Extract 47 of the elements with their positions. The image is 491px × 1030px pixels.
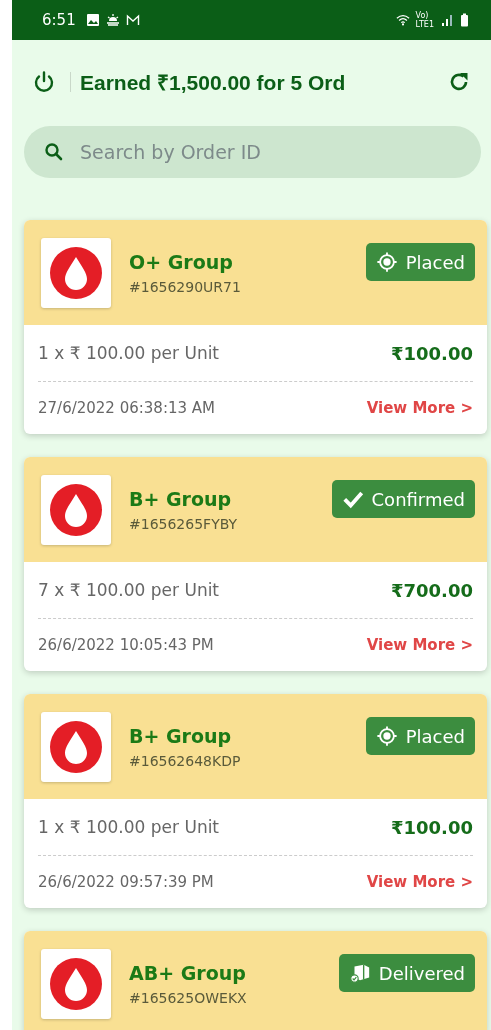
search-icon	[44, 142, 64, 162]
weather-icon	[105, 13, 120, 27]
status-badge: Confirmed	[331, 480, 475, 518]
order-card[interactable]: O+ Group #1656290UR71 Placed 1 x ₹ 100.00 per Unit ₹100.00 27/6/2022 06:38:13 AM View More >	[24, 220, 487, 434]
status-badge: Delivered	[338, 954, 475, 992]
order-total: ₹700.00	[391, 579, 473, 601]
blood-drop-icon	[41, 474, 111, 545]
mail-icon	[125, 13, 140, 27]
order-id: #1656265FYBY	[129, 515, 239, 532]
order-date: 26/6/2022 09:57:39 PM	[38, 873, 214, 891]
battery-icon	[460, 13, 469, 27]
order-id: #16562648KDP	[129, 752, 242, 769]
network-label: Vo) LTE1	[415, 11, 434, 29]
status-badge: Placed	[365, 243, 475, 281]
package-icon	[348, 962, 371, 984]
order-total: ₹100.00	[391, 816, 473, 838]
blood-drop-icon	[41, 948, 111, 1019]
view-more-link[interactable]: View More >	[366, 399, 473, 417]
blood-group: O+ Group	[129, 250, 366, 273]
target-icon	[375, 251, 398, 273]
order-card[interactable]: B+ Group #1656265FYBY Confirmed 7 x ₹ 100.00 per Unit ₹700.00 26/6/2022 10:05:43 PM View More >	[24, 457, 487, 671]
blood-drop-icon	[41, 237, 111, 308]
status-badge: Placed	[365, 717, 475, 755]
target-icon	[375, 725, 398, 747]
blood-group: B+ Group	[129, 724, 366, 747]
quantity-text: 7 x ₹ 100.00 per Unit	[38, 580, 220, 600]
quantity-text: 1 x ₹ 100.00 per Unit	[38, 817, 220, 837]
order-card[interactable]: AB+ Group #165625OWEKX Delivered	[24, 931, 487, 1030]
order-id: #165625OWEKX	[129, 989, 248, 1006]
blood-group: B+ Group	[129, 487, 332, 510]
search-field[interactable]: Search by Order ID	[24, 126, 481, 178]
quantity-text: 1 x ₹ 100.00 per Unit	[38, 343, 220, 363]
view-more-link[interactable]: View More >	[366, 873, 473, 891]
blood-group: AB+ Group	[129, 961, 339, 984]
order-date: 26/6/2022 10:05:43 PM	[38, 636, 214, 654]
wifi-icon	[395, 13, 410, 27]
blood-drop-icon	[41, 711, 111, 782]
signal-icon	[440, 13, 454, 27]
power-icon[interactable]	[32, 70, 56, 94]
order-id: #1656290UR71	[129, 278, 242, 295]
order-card[interactable]: B+ Group #16562648KDP Placed 1 x ₹ 100.00 per Unit ₹100.00 26/6/2022 09:57:39 PM View More >	[24, 694, 487, 908]
status-time: 6:51	[42, 11, 76, 29]
earnings-title: Earned ₹1,500.00 for 5 Ord	[80, 70, 347, 96]
view-more-link[interactable]: View More >	[366, 636, 473, 654]
image-icon	[85, 13, 100, 27]
order-total: ₹100.00	[391, 342, 473, 364]
order-date: 27/6/2022 06:38:13 AM	[38, 399, 216, 417]
